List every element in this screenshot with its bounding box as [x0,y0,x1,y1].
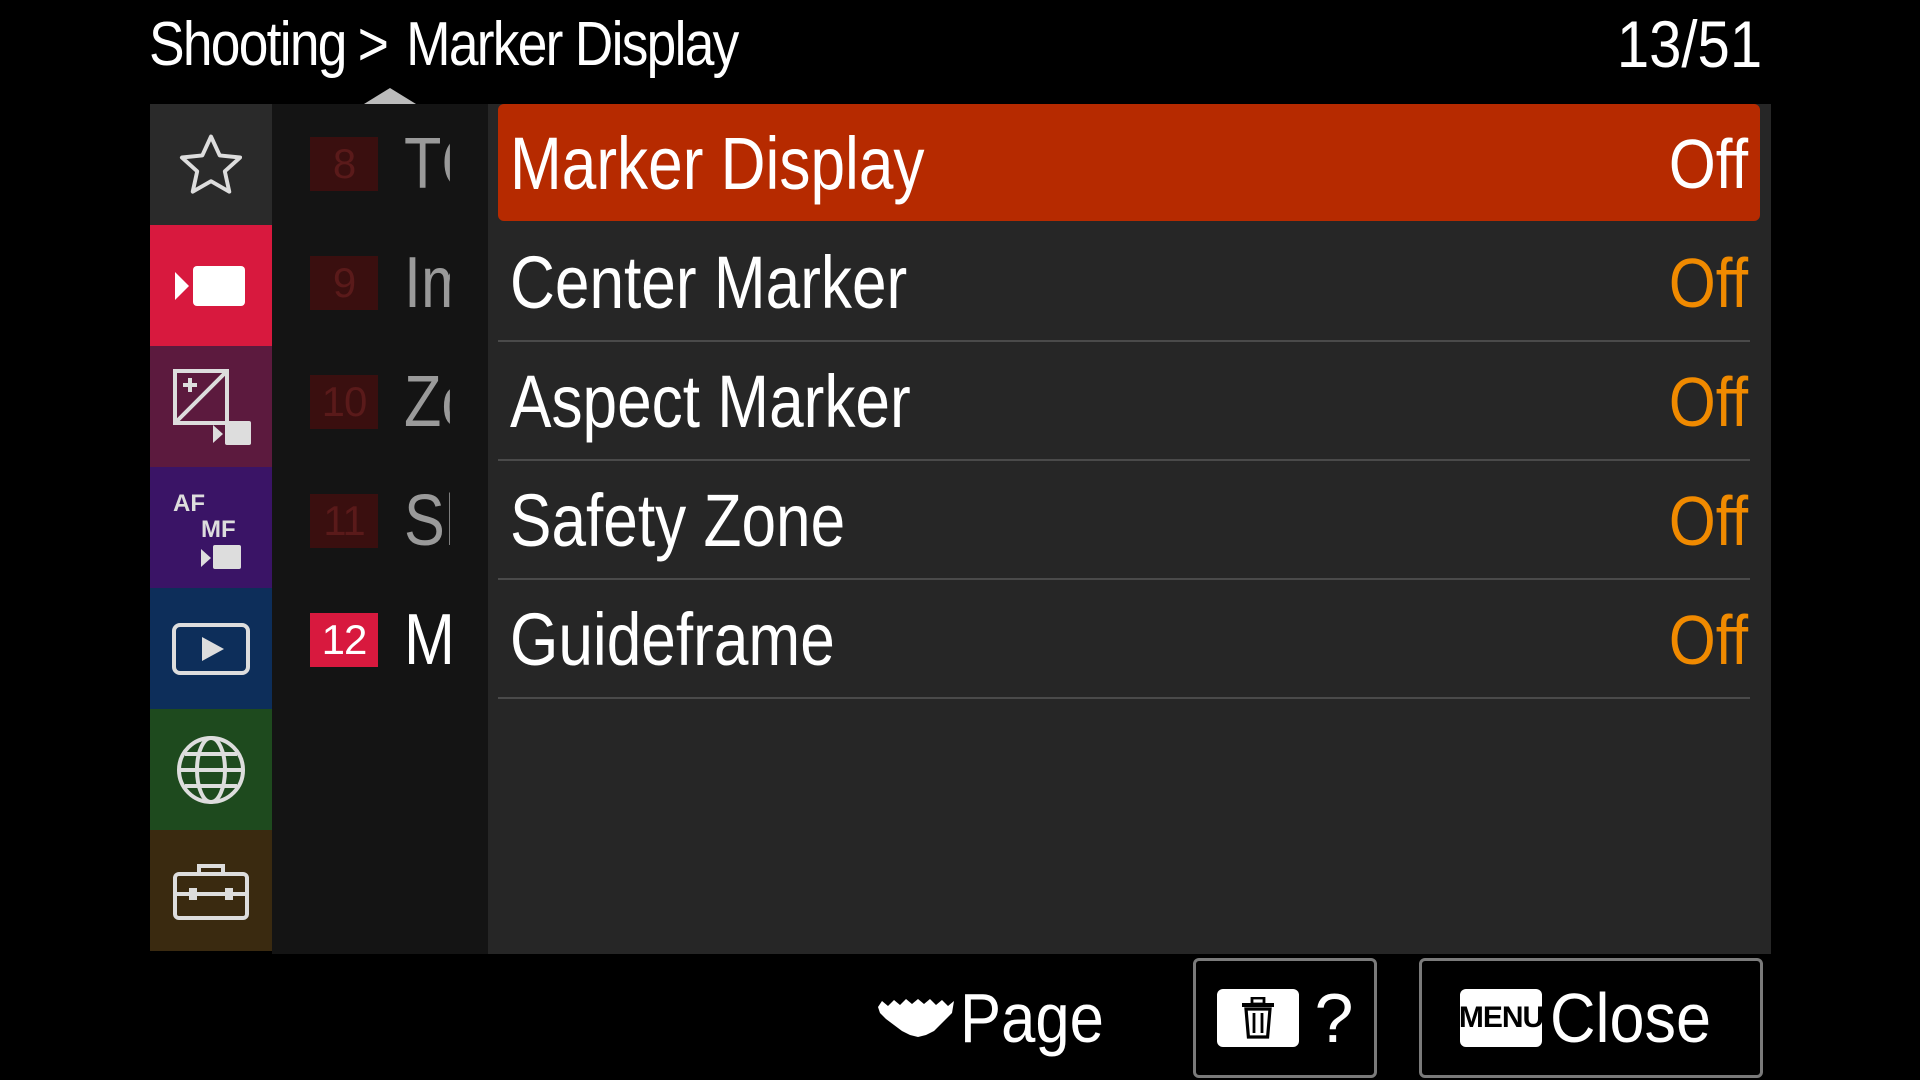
svg-text:MF: MF [201,516,236,543]
group-item[interactable]: 10 Zo [272,342,488,461]
menu-item-value: Off [1668,481,1748,560]
menu-item-value: Off [1668,600,1748,679]
group-item[interactable]: 8 TC [272,104,488,223]
tab-my-menu[interactable] [150,104,272,225]
tab-focus[interactable]: AF MF [150,467,272,588]
svg-text:AF: AF [173,490,205,517]
trash-icon [1241,997,1274,1039]
menu-item-value: Off [1668,243,1748,322]
breadcrumb-parent[interactable]: Shooting [149,9,347,80]
star-icon [179,134,243,194]
page-counter: 13/51 [1616,7,1762,81]
close-label: Close [1550,979,1712,1057]
trash-button-badge [1216,989,1299,1047]
group-name: Im [404,242,450,323]
tab-playback[interactable] [150,588,272,709]
menu-item-value: Off [1668,362,1748,441]
toolbox-icon [173,863,249,920]
category-tabs: AF MF [150,104,272,954]
group-item-active[interactable]: 12 Ma [272,580,488,699]
breadcrumb-current: Marker Display [406,9,739,79]
breadcrumb-separator: > [357,9,389,79]
menu-item-value: Off [1668,124,1748,203]
group-item[interactable]: 11 Sh [272,461,488,580]
movie-camera-icon [175,265,245,306]
tab-setup[interactable] [150,830,272,951]
menu-item-label: Safety Zone [510,479,846,562]
globe-icon [177,735,245,804]
group-name: TC [404,123,450,204]
menu-panel: Marker Display Off Center Marker Off Asp… [488,104,1771,954]
control-dial-icon [878,999,954,1037]
row-divider [498,697,1750,699]
page-label: Page [960,979,1104,1057]
group-item[interactable]: 9 Im [272,223,488,342]
menu-item-label: Marker Display [510,122,925,205]
breadcrumb: Shooting > Marker Display [149,4,739,84]
menu-item-guideframe[interactable]: Guideframe Off [498,580,1760,699]
group-list: 8 TC 9 Im 10 Zo 11 Sh 12 Ma [272,104,488,954]
menu-button-badge: MENU [1459,989,1544,1047]
menu-item-safety-zone[interactable]: Safety Zone Off [498,461,1760,580]
caret-up-icon [364,88,416,104]
group-name: Zo [404,361,450,442]
menu-item-label: Aspect Marker [510,360,911,443]
group-number: 8 [310,136,378,191]
menu-item-center-marker[interactable]: Center Marker Off [498,223,1760,342]
group-name: Ma [404,599,450,680]
tab-shooting[interactable] [150,225,272,346]
menu-item-marker-display[interactable]: Marker Display Off [498,104,1760,221]
page-hint[interactable]: Page [876,968,1123,1068]
group-number: 12 [310,612,378,667]
group-number: 9 [310,255,378,310]
menu-item-aspect-marker[interactable]: Aspect Marker Off [498,342,1760,461]
help-label: ? [1314,979,1354,1057]
group-number: 11 [310,493,378,548]
menu-item-label: Guideframe [510,598,835,681]
group-name: Sh [404,480,450,561]
af-mf-movie-icon: AF MF [173,490,241,569]
tab-network[interactable] [150,709,272,830]
tab-exposure-color[interactable] [150,346,272,467]
playback-icon [172,622,250,675]
close-button[interactable]: MENU Close [1419,958,1763,1078]
menu-item-label: Center Marker [510,241,908,324]
group-number: 10 [310,374,378,429]
help-button[interactable]: ? [1193,958,1377,1078]
exposure-movie-icon [173,368,251,445]
